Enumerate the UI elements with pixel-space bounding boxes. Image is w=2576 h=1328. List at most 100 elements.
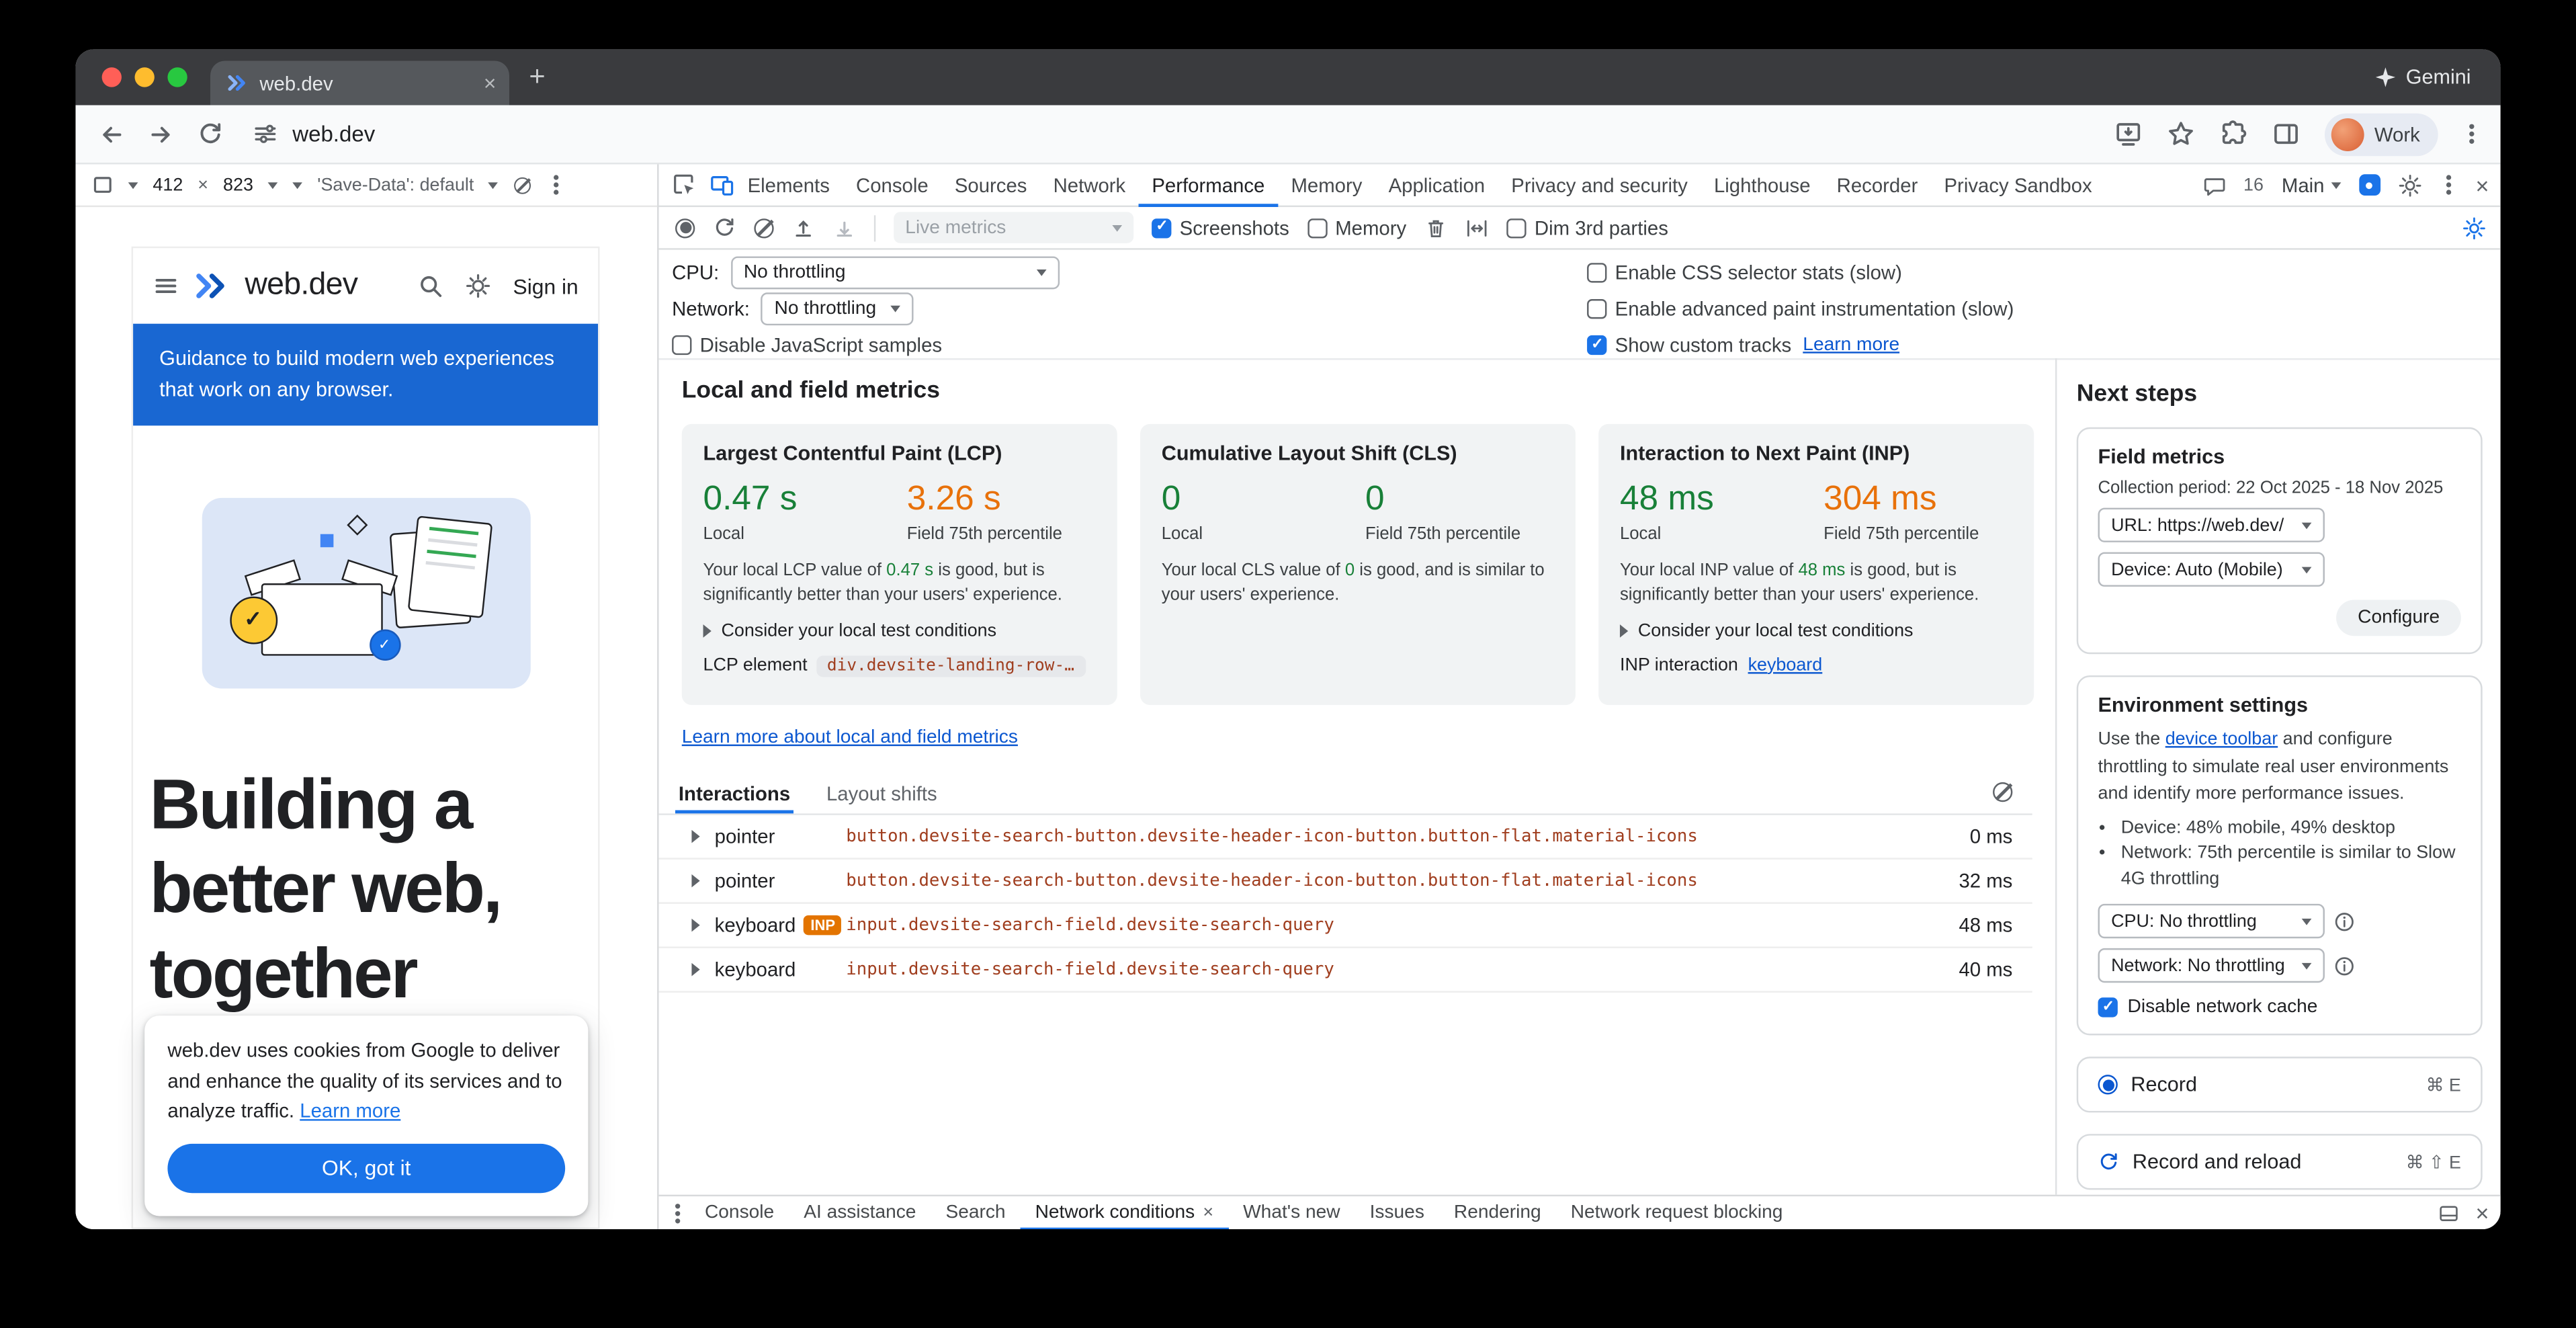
drawer-tab-issues[interactable]: Issues — [1355, 1196, 1439, 1229]
load-profile-icon[interactable] — [792, 216, 815, 239]
devtools-menu-icon[interactable] — [2446, 182, 2450, 187]
row-expand-icon[interactable] — [691, 919, 699, 932]
tab-interactions[interactable]: Interactions — [675, 782, 793, 813]
zoom-select-caret-icon[interactable] — [268, 181, 278, 188]
interaction-row[interactable]: pointer button.devsite-search-button.dev… — [659, 860, 2032, 904]
drawer-tab-network-request-blocking[interactable]: Network request blocking — [1556, 1196, 1798, 1229]
disable-network-cache-checkbox[interactable]: Disable network cache — [2098, 998, 2461, 1018]
tab-lighthouse[interactable]: Lighthouse — [1701, 163, 1823, 206]
cookie-learn-more-link[interactable]: Learn more — [300, 1099, 400, 1122]
webdev-logo-icon[interactable] — [194, 271, 230, 300]
tab-memory[interactable]: Memory — [1278, 163, 1375, 206]
row-expand-icon[interactable] — [691, 830, 699, 843]
tab-recorder[interactable]: Recorder — [1823, 163, 1931, 206]
devtools-close-icon[interactable]: × — [2475, 173, 2489, 196]
paint-instrumentation-checkbox-box[interactable] — [1587, 299, 1606, 319]
paint-instrumentation-checkbox[interactable]: Enable advanced paint instrumentation (s… — [1587, 298, 2014, 321]
tab-privacy-sandbox[interactable]: Privacy Sandbox — [1931, 163, 2105, 206]
promo-banner[interactable]: Guidance to build modern web experiences… — [133, 324, 598, 425]
css-selector-stats-checkbox-box[interactable] — [1587, 263, 1606, 282]
field-url-select[interactable]: URL: https://web.dev/ — [2098, 508, 2325, 542]
tab-application[interactable]: Application — [1375, 163, 1498, 206]
dim-3rd-parties-checkbox[interactable]: Dim 3rd parties — [1506, 216, 1668, 239]
clear-log-icon[interactable] — [1993, 782, 2012, 802]
device-toolbar-toggle-icon[interactable] — [710, 173, 734, 198]
dim-3rd-parties-checkbox-box[interactable] — [1506, 218, 1526, 237]
custom-tracks-learn-more-link[interactable]: Learn more — [1803, 335, 1899, 355]
network-throttling-select[interactable]: No throttling — [761, 292, 914, 325]
capture-settings-gear-icon[interactable] — [2462, 216, 2485, 239]
interaction-row[interactable]: keyboardINP input.devsite-search-field.d… — [659, 904, 2032, 948]
dock-drawer-icon[interactable] — [2438, 1202, 2459, 1224]
throttling-icon[interactable] — [515, 177, 531, 194]
tab-elements[interactable]: Elements — [734, 163, 843, 206]
drawer-tab-close-icon[interactable]: × — [1203, 1196, 1213, 1229]
capture-settings-icon[interactable] — [1465, 216, 1488, 239]
minimize-window-button[interactable] — [135, 67, 155, 87]
search-icon[interactable] — [418, 273, 444, 299]
side-panel-icon[interactable] — [2272, 120, 2301, 148]
lcp-conditions-toggle[interactable]: Consider your local test conditions — [703, 621, 1096, 640]
close-window-button[interactable] — [102, 67, 122, 87]
reload-icon[interactable] — [197, 121, 223, 147]
tab-privacy-and-security[interactable]: Privacy and security — [1498, 163, 1701, 206]
drawer-tab-network-conditions[interactable]: Network conditions× — [1021, 1196, 1229, 1229]
row-expand-icon[interactable] — [691, 963, 699, 977]
drawer-menu-icon[interactable] — [675, 1210, 680, 1215]
device-type-caret-icon[interactable] — [128, 181, 138, 188]
drawer-tab-rendering[interactable]: Rendering — [1439, 1196, 1556, 1229]
tab-sources[interactable]: Sources — [941, 163, 1040, 206]
bookmark-star-icon[interactable] — [2167, 120, 2196, 148]
lcp-element-chip[interactable]: div.devsite-landing-row-item-d… — [817, 655, 1086, 677]
save-data-caret-icon[interactable] — [488, 181, 499, 188]
history-select[interactable]: Live metrics — [894, 212, 1133, 243]
inspect-icon[interactable] — [672, 173, 697, 198]
record-and-reload-button[interactable]: Record and reload ⌘ ⇧ E — [2077, 1134, 2483, 1190]
inp-conditions-toggle[interactable]: Consider your local test conditions — [1620, 621, 2012, 640]
save-data-select[interactable]: 'Save-Data': default — [317, 175, 474, 194]
show-custom-tracks-checkbox-box[interactable] — [1587, 335, 1606, 355]
disable-js-samples-checkbox[interactable]: Disable JavaScript samples — [672, 333, 942, 356]
drawer-tab-search[interactable]: Search — [931, 1196, 1020, 1229]
field-device-select[interactable]: Device: Auto (Mobile) — [2098, 552, 2325, 587]
devtools-settings-gear-icon[interactable] — [2399, 173, 2421, 196]
env-network-select[interactable]: Network: No throttling — [2098, 949, 2325, 983]
profile-button[interactable]: Work — [2325, 112, 2438, 155]
browser-menu-icon[interactable] — [2469, 132, 2474, 136]
install-icon[interactable] — [2115, 120, 2143, 148]
cpu-throttling-select[interactable]: No throttling — [730, 256, 1059, 289]
disable-js-samples-checkbox-box[interactable] — [672, 335, 691, 355]
row-expand-icon[interactable] — [691, 874, 699, 888]
env-cpu-select[interactable]: CPU: No throttling — [2098, 905, 2325, 939]
viewport-height-input[interactable]: 823 — [223, 175, 253, 194]
omnibox[interactable]: web.dev — [253, 122, 376, 147]
status-indicator-icon[interactable] — [2359, 174, 2380, 196]
close-drawer-icon[interactable]: × — [2475, 1201, 2489, 1224]
tab-close-icon[interactable]: × — [484, 73, 497, 94]
record-and-reload-icon[interactable] — [713, 216, 736, 239]
configure-button[interactable]: Configure — [2336, 599, 2461, 636]
collect-garbage-icon[interactable] — [1424, 216, 1447, 239]
record-icon[interactable] — [675, 218, 695, 237]
inp-interaction-link[interactable]: keyboard — [1748, 655, 1823, 675]
show-custom-tracks-checkbox[interactable]: Show custom tracks — [1587, 333, 1791, 356]
sign-in-link[interactable]: Sign in — [513, 274, 578, 298]
forward-icon[interactable] — [148, 121, 174, 147]
screenshots-checkbox[interactable]: Screenshots — [1152, 216, 1289, 239]
clear-icon[interactable] — [754, 218, 773, 237]
tab-console[interactable]: Console — [843, 163, 941, 206]
record-button[interactable]: Record ⌘ E — [2077, 1057, 2483, 1113]
memory-checkbox[interactable]: Memory — [1307, 216, 1407, 239]
browser-tab[interactable]: web.dev × — [210, 60, 509, 105]
tab-performance[interactable]: Performance — [1139, 163, 1278, 206]
device-type-icon[interactable] — [92, 174, 114, 196]
theme-toggle-sun-icon[interactable] — [466, 273, 492, 299]
console-messages-icon[interactable] — [2202, 173, 2225, 196]
target-select[interactable]: Main — [2282, 173, 2341, 196]
site-brand[interactable]: web.dev — [245, 268, 357, 304]
device-toolbar-menu-icon[interactable] — [554, 182, 559, 187]
console-messages-count[interactable]: 16 — [2243, 175, 2264, 194]
drawer-tab-whats-new[interactable]: What's new — [1228, 1196, 1355, 1229]
rotate-select-caret-icon[interactable] — [293, 181, 303, 188]
tab-network[interactable]: Network — [1040, 163, 1139, 206]
